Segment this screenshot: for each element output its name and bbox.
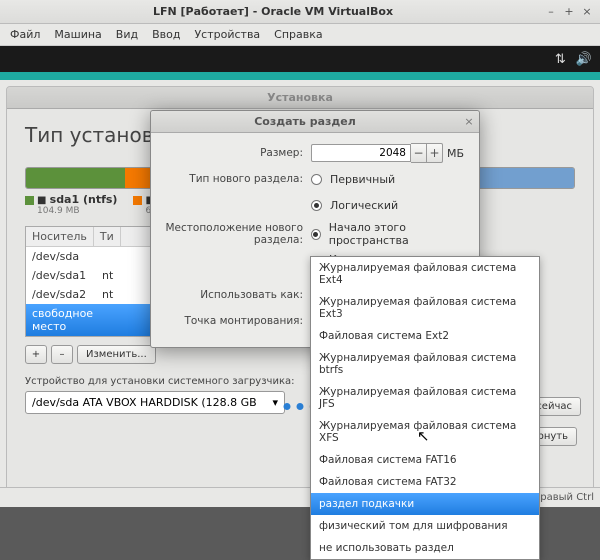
menubar: Файл Машина Вид Ввод Устройства Справка bbox=[0, 24, 600, 46]
filesystem-option[interactable]: Журналируемая файловая система btrfs bbox=[311, 347, 539, 381]
window-minimize-button[interactable]: – bbox=[544, 5, 558, 19]
installer-title: Установка bbox=[267, 91, 333, 104]
menu-help[interactable]: Справка bbox=[274, 28, 322, 41]
filesystem-option[interactable]: Файловая система FAT16 bbox=[311, 449, 539, 471]
vm-toolbar: ⇅ 🔊 bbox=[0, 46, 600, 72]
dialog-close-button[interactable]: × bbox=[459, 115, 479, 128]
filesystem-option[interactable]: физический том для шифрования bbox=[311, 515, 539, 537]
partition-table[interactable]: Носитель Ти /dev/sda /dev/sda1nt /dev/sd… bbox=[25, 226, 165, 337]
filesystem-option[interactable]: Файловая система Ext2 bbox=[311, 325, 539, 347]
window-titlebar: LFN [Работает] - Oracle VM VirtualBox – … bbox=[0, 0, 600, 24]
table-row[interactable]: /dev/sda bbox=[26, 247, 164, 266]
filesystem-option[interactable]: Файловая система FAT32 bbox=[311, 471, 539, 493]
use-as-label: Использовать как: bbox=[163, 289, 311, 301]
dot bbox=[297, 403, 304, 410]
mount-label: Точка монтирования: bbox=[163, 315, 311, 327]
bootloader-select[interactable]: /dev/sda ATA VBOX HARDDISK (128.8 GB ▾ bbox=[25, 391, 285, 414]
table-row-selected[interactable]: свободное место bbox=[26, 304, 164, 336]
size-label: Размер: bbox=[163, 147, 311, 159]
type-label: Тип нового раздела: bbox=[163, 173, 311, 185]
menu-machine[interactable]: Машина bbox=[54, 28, 101, 41]
radio-primary[interactable] bbox=[311, 174, 322, 185]
location-label: Местоположение нового раздела: bbox=[163, 222, 311, 246]
dialog-title: Создать раздел bbox=[151, 115, 459, 128]
table-row[interactable]: /dev/sda2nt bbox=[26, 285, 164, 304]
sound-icon[interactable]: 🔊 bbox=[576, 52, 592, 67]
add-partition-button[interactable]: + bbox=[25, 345, 47, 364]
partition-segment bbox=[26, 168, 125, 188]
accent-bar bbox=[0, 72, 600, 80]
radio-location-begin[interactable] bbox=[311, 229, 321, 240]
legend-item: ■ sda1 (ntfs)104.9 MB bbox=[25, 193, 117, 216]
filesystem-option[interactable]: раздел подкачки bbox=[311, 493, 539, 515]
menu-file[interactable]: Файл bbox=[10, 28, 40, 41]
window-maximize-button[interactable]: + bbox=[562, 5, 576, 19]
size-unit: МБ bbox=[447, 147, 464, 160]
filesystem-option[interactable]: Журналируемая файловая система Ext3 bbox=[311, 291, 539, 325]
filesystem-option[interactable]: Журналируемая файловая система XFS bbox=[311, 415, 539, 449]
window-close-button[interactable]: × bbox=[580, 5, 594, 19]
dot bbox=[284, 403, 291, 410]
size-plus-button[interactable]: + bbox=[427, 143, 443, 163]
network-icon[interactable]: ⇅ bbox=[555, 52, 566, 67]
host-key-label: Правый Ctrl bbox=[533, 492, 594, 503]
menu-input[interactable]: Ввод bbox=[152, 28, 180, 41]
window-title: LFN [Работает] - Oracle VM VirtualBox bbox=[6, 5, 540, 18]
table-header: Носитель Ти bbox=[26, 227, 164, 247]
filesystem-option[interactable]: Журналируемая файловая система JFS bbox=[311, 381, 539, 415]
chevron-down-icon: ▾ bbox=[272, 396, 278, 409]
radio-logical[interactable] bbox=[311, 200, 322, 211]
menu-devices[interactable]: Устройства bbox=[194, 28, 260, 41]
installer-titlebar: Установка bbox=[7, 87, 593, 109]
filesystem-option[interactable]: не использовать раздел bbox=[311, 537, 539, 559]
size-input[interactable] bbox=[311, 144, 411, 162]
size-spinner[interactable]: − + bbox=[311, 143, 443, 163]
filesystem-dropdown[interactable]: Журналируемая файловая система Ext4Журна… bbox=[310, 256, 540, 560]
table-row[interactable]: /dev/sda1nt bbox=[26, 266, 164, 285]
filesystem-option[interactable]: Журналируемая файловая система Ext4 bbox=[311, 257, 539, 291]
dialog-titlebar: Создать раздел × bbox=[151, 111, 479, 133]
size-minus-button[interactable]: − bbox=[411, 143, 427, 163]
menu-view[interactable]: Вид bbox=[116, 28, 138, 41]
remove-partition-button[interactable]: – bbox=[51, 345, 73, 364]
change-partition-button[interactable]: Изменить... bbox=[77, 345, 156, 364]
